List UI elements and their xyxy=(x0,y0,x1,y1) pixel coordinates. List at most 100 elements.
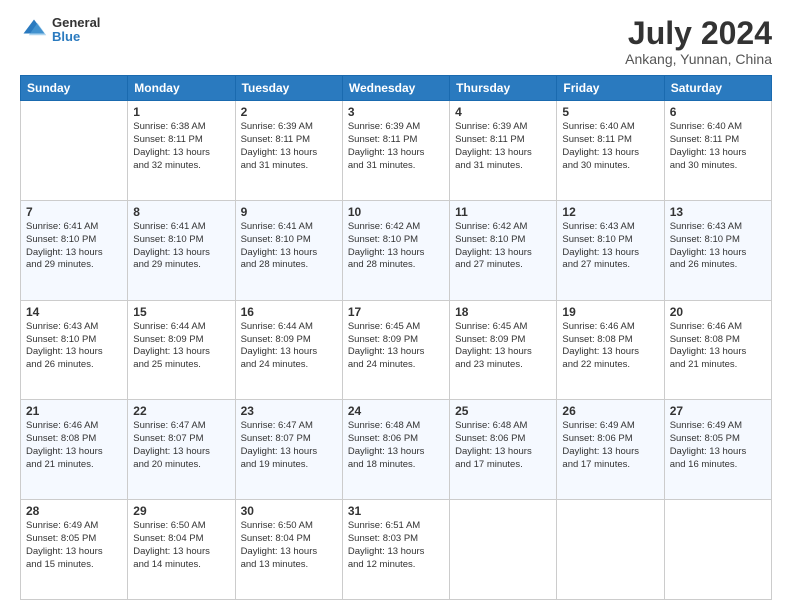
calendar-week-row: 28Sunrise: 6:49 AM Sunset: 8:05 PM Dayli… xyxy=(21,500,772,600)
day-number: 3 xyxy=(348,105,444,119)
day-number: 22 xyxy=(133,404,229,418)
day-number: 15 xyxy=(133,305,229,319)
calendar-cell: 8 Sunrise: 6:41 AM Sunset: 8:10 PM Daylig… xyxy=(128,200,235,300)
calendar-cell: 4 Sunrise: 6:39 AM Sunset: 8:11 PM Daylig… xyxy=(450,101,557,201)
day-info: Sunrise: 6:50 AM Sunset: 8:04 PM Dayligh… xyxy=(133,520,229,571)
calendar-cell: 15 Sunrise: 6:44 AM Sunset: 8:09 PM Dayli… xyxy=(128,300,235,400)
day-info: Sunrise: 6:41 AM Sunset: 8:10 PM Dayligh… xyxy=(26,221,122,272)
day-number: 23 xyxy=(241,404,337,418)
day-number: 25 xyxy=(455,404,551,418)
day-number: 18 xyxy=(455,305,551,319)
calendar-cell: 10 Sunrise: 6:42 AM Sunset: 8:10 PM Dayli… xyxy=(342,200,449,300)
calendar-cell xyxy=(664,500,771,600)
day-info: Sunrise: 6:38 AM Sunset: 8:11 PM Dayligh… xyxy=(133,121,229,172)
day-number: 17 xyxy=(348,305,444,319)
day-info: Sunrise: 6:49 AM Sunset: 8:05 PM Dayligh… xyxy=(670,420,766,471)
calendar-cell: 30Sunrise: 6:50 AM Sunset: 8:04 PM Dayli… xyxy=(235,500,342,600)
calendar-cell: 3 Sunrise: 6:39 AM Sunset: 8:11 PM Daylig… xyxy=(342,101,449,201)
day-number: 20 xyxy=(670,305,766,319)
day-number: 16 xyxy=(241,305,337,319)
day-number: 6 xyxy=(670,105,766,119)
day-info: Sunrise: 6:44 AM Sunset: 8:09 PM Dayligh… xyxy=(133,321,229,372)
calendar-cell: 12 Sunrise: 6:43 AM Sunset: 8:10 PM Dayli… xyxy=(557,200,664,300)
calendar-cell xyxy=(557,500,664,600)
calendar-cell: 14 Sunrise: 6:43 AM Sunset: 8:10 PM Dayli… xyxy=(21,300,128,400)
calendar-cell: 23Sunrise: 6:47 AM Sunset: 8:07 PM Dayli… xyxy=(235,400,342,500)
page-title: July 2024 xyxy=(625,16,772,51)
day-number: 4 xyxy=(455,105,551,119)
calendar-cell: 31 Sunrise: 6:51 AM Sunset: 8:03 PM Dayli… xyxy=(342,500,449,600)
day-info: Sunrise: 6:39 AM Sunset: 8:11 PM Dayligh… xyxy=(455,121,551,172)
day-number: 14 xyxy=(26,305,122,319)
day-number: 10 xyxy=(348,205,444,219)
logo-line2: Blue xyxy=(52,30,100,44)
calendar-week-row: 21Sunrise: 6:46 AM Sunset: 8:08 PM Dayli… xyxy=(21,400,772,500)
day-number: 2 xyxy=(241,105,337,119)
day-info: Sunrise: 6:42 AM Sunset: 8:10 PM Dayligh… xyxy=(348,221,444,272)
calendar-header-row: SundayMondayTuesdayWednesdayThursdayFrid… xyxy=(21,76,772,101)
day-number: 9 xyxy=(241,205,337,219)
day-number: 8 xyxy=(133,205,229,219)
day-info: Sunrise: 6:43 AM Sunset: 8:10 PM Dayligh… xyxy=(562,221,658,272)
day-number: 29 xyxy=(133,504,229,518)
calendar-cell: 11 Sunrise: 6:42 AM Sunset: 8:10 PM Dayli… xyxy=(450,200,557,300)
calendar-cell: 17 Sunrise: 6:45 AM Sunset: 8:09 PM Dayli… xyxy=(342,300,449,400)
calendar-cell: 9 Sunrise: 6:41 AM Sunset: 8:10 PM Daylig… xyxy=(235,200,342,300)
calendar-cell: 6 Sunrise: 6:40 AM Sunset: 8:11 PM Daylig… xyxy=(664,101,771,201)
calendar-day-header: Saturday xyxy=(664,76,771,101)
calendar-table: SundayMondayTuesdayWednesdayThursdayFrid… xyxy=(20,75,772,600)
calendar-day-header: Friday xyxy=(557,76,664,101)
day-number: 30 xyxy=(241,504,337,518)
day-info: Sunrise: 6:45 AM Sunset: 8:09 PM Dayligh… xyxy=(455,321,551,372)
day-info: Sunrise: 6:39 AM Sunset: 8:11 PM Dayligh… xyxy=(241,121,337,172)
day-info: Sunrise: 6:45 AM Sunset: 8:09 PM Dayligh… xyxy=(348,321,444,372)
day-info: Sunrise: 6:46 AM Sunset: 8:08 PM Dayligh… xyxy=(26,420,122,471)
day-number: 13 xyxy=(670,205,766,219)
day-info: Sunrise: 6:40 AM Sunset: 8:11 PM Dayligh… xyxy=(562,121,658,172)
day-info: Sunrise: 6:46 AM Sunset: 8:08 PM Dayligh… xyxy=(670,321,766,372)
calendar-day-header: Tuesday xyxy=(235,76,342,101)
calendar-cell: 19 Sunrise: 6:46 AM Sunset: 8:08 PM Dayli… xyxy=(557,300,664,400)
calendar-week-row: 14 Sunrise: 6:43 AM Sunset: 8:10 PM Dayli… xyxy=(21,300,772,400)
calendar-cell: 27Sunrise: 6:49 AM Sunset: 8:05 PM Dayli… xyxy=(664,400,771,500)
calendar-day-header: Wednesday xyxy=(342,76,449,101)
calendar-cell xyxy=(450,500,557,600)
day-number: 7 xyxy=(26,205,122,219)
day-info: Sunrise: 6:43 AM Sunset: 8:10 PM Dayligh… xyxy=(670,221,766,272)
header: General Blue July 2024 Ankang, Yunnan, C… xyxy=(20,16,772,67)
day-number: 11 xyxy=(455,205,551,219)
day-number: 12 xyxy=(562,205,658,219)
day-info: Sunrise: 6:41 AM Sunset: 8:10 PM Dayligh… xyxy=(241,221,337,272)
calendar-cell: 24 Sunrise: 6:48 AM Sunset: 8:06 PM Dayli… xyxy=(342,400,449,500)
day-number: 19 xyxy=(562,305,658,319)
day-info: Sunrise: 6:42 AM Sunset: 8:10 PM Dayligh… xyxy=(455,221,551,272)
day-number: 24 xyxy=(348,404,444,418)
day-info: Sunrise: 6:48 AM Sunset: 8:06 PM Dayligh… xyxy=(348,420,444,471)
calendar-cell: 20 Sunrise: 6:46 AM Sunset: 8:08 PM Dayli… xyxy=(664,300,771,400)
day-info: Sunrise: 6:46 AM Sunset: 8:08 PM Dayligh… xyxy=(562,321,658,372)
day-number: 26 xyxy=(562,404,658,418)
day-info: Sunrise: 6:40 AM Sunset: 8:11 PM Dayligh… xyxy=(670,121,766,172)
title-block: July 2024 Ankang, Yunnan, China xyxy=(625,16,772,67)
calendar-cell: 1Sunrise: 6:38 AM Sunset: 8:11 PM Daylig… xyxy=(128,101,235,201)
day-info: Sunrise: 6:43 AM Sunset: 8:10 PM Dayligh… xyxy=(26,321,122,372)
day-number: 5 xyxy=(562,105,658,119)
calendar-cell: 29 Sunrise: 6:50 AM Sunset: 8:04 PM Dayli… xyxy=(128,500,235,600)
calendar-cell: 7 Sunrise: 6:41 AM Sunset: 8:10 PM Daylig… xyxy=(21,200,128,300)
day-number: 31 xyxy=(348,504,444,518)
day-info: Sunrise: 6:51 AM Sunset: 8:03 PM Dayligh… xyxy=(348,520,444,571)
page: General Blue July 2024 Ankang, Yunnan, C… xyxy=(0,0,792,612)
day-info: Sunrise: 6:47 AM Sunset: 8:07 PM Dayligh… xyxy=(133,420,229,471)
logo: General Blue xyxy=(20,16,100,45)
calendar-cell: 18 Sunrise: 6:45 AM Sunset: 8:09 PM Dayli… xyxy=(450,300,557,400)
day-info: Sunrise: 6:41 AM Sunset: 8:10 PM Dayligh… xyxy=(133,221,229,272)
day-number: 28 xyxy=(26,504,122,518)
logo-icon xyxy=(20,16,48,44)
day-info: Sunrise: 6:39 AM Sunset: 8:11 PM Dayligh… xyxy=(348,121,444,172)
calendar-cell: 2 Sunrise: 6:39 AM Sunset: 8:11 PM Daylig… xyxy=(235,101,342,201)
logo-text: General Blue xyxy=(52,16,100,45)
calendar-cell: 5 Sunrise: 6:40 AM Sunset: 8:11 PM Daylig… xyxy=(557,101,664,201)
day-info: Sunrise: 6:48 AM Sunset: 8:06 PM Dayligh… xyxy=(455,420,551,471)
calendar-day-header: Thursday xyxy=(450,76,557,101)
calendar-cell xyxy=(21,101,128,201)
